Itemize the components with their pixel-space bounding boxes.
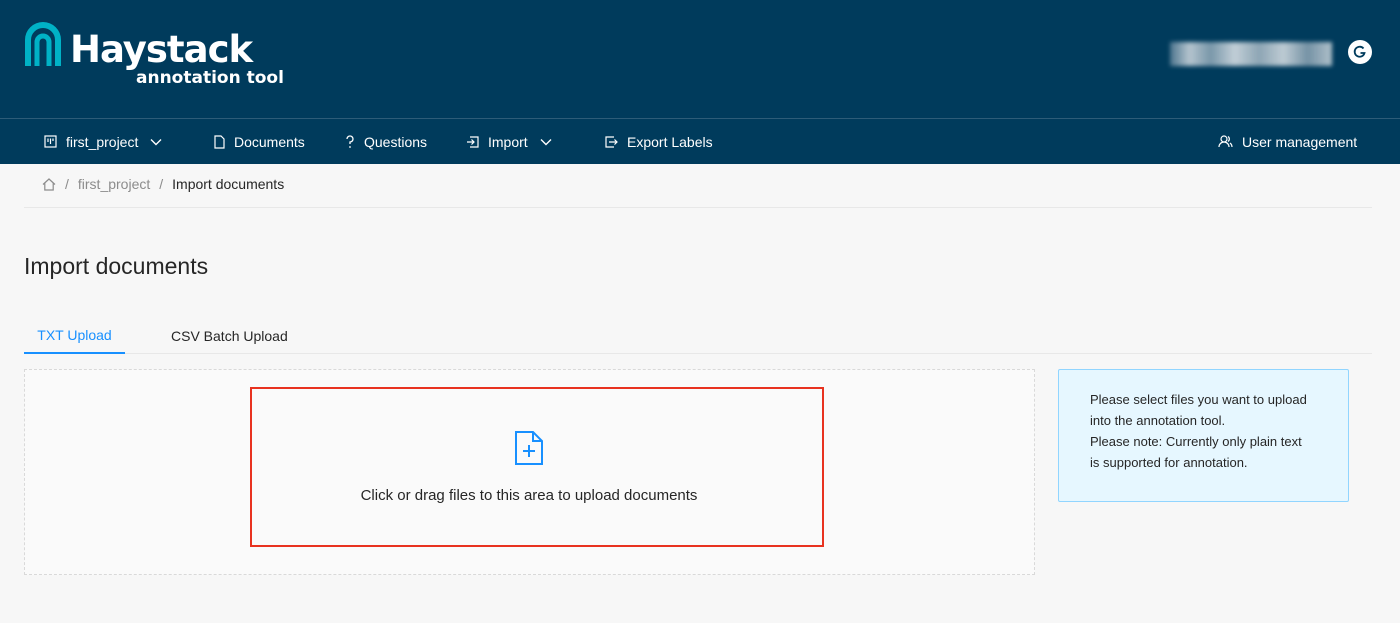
nav-import-menu[interactable]: Import	[466, 119, 552, 164]
upload-prompt: Click or drag files to this area to uplo…	[360, 487, 698, 504]
import-icon	[466, 135, 479, 148]
page-title: Import documents	[24, 253, 209, 279]
breadcrumb: / first_project / Import documents	[42, 176, 284, 192]
chevron-down-icon	[540, 138, 552, 146]
user-email-blurred	[1170, 42, 1332, 66]
export-icon	[605, 135, 618, 148]
info-line: into the annotation tool.	[1090, 413, 1226, 428]
app-header: Haystack annotation tool	[0, 0, 1400, 118]
nav-users-label: User management	[1242, 133, 1358, 150]
highlight-annotation-box	[250, 387, 824, 547]
nav-project-select[interactable]: first_project	[44, 119, 162, 164]
brand-title: Haystack	[70, 28, 253, 71]
nav-export-labels[interactable]: Export Labels	[605, 119, 713, 164]
main-nav: first_project Documents Questions Import…	[0, 118, 1400, 164]
breadcrumb-separator: /	[65, 176, 69, 192]
upload-tabs: TXT Upload CSV Batch Upload	[24, 318, 1372, 354]
home-icon[interactable]	[42, 177, 56, 191]
breadcrumb-project-link[interactable]: first_project	[78, 176, 150, 192]
nav-export-label: Export Labels	[627, 133, 713, 150]
nav-questions[interactable]: Questions	[345, 119, 427, 164]
nav-documents[interactable]: Documents	[214, 119, 305, 164]
info-line: is supported for annotation.	[1090, 455, 1248, 470]
tab-csv-batch-upload[interactable]: CSV Batch Upload	[171, 318, 288, 354]
users-icon	[1218, 135, 1233, 148]
nav-questions-label: Questions	[364, 133, 428, 150]
breadcrumb-current: Import documents	[172, 176, 285, 192]
info-line: Please note: Currently only plain text	[1090, 434, 1302, 449]
info-line: Please select files you want to upload	[1090, 392, 1307, 407]
brand-subtitle: annotation tool	[136, 68, 284, 88]
nav-project-label: first_project	[66, 133, 139, 150]
haystack-logo-icon	[25, 22, 61, 66]
question-icon	[345, 134, 355, 149]
file-add-icon	[515, 431, 543, 465]
tab-txt-upload[interactable]: TXT Upload	[24, 318, 125, 354]
nav-import-label: Import	[488, 133, 528, 150]
nav-documents-label: Documents	[234, 133, 305, 150]
nav-user-management[interactable]: User management	[1218, 119, 1357, 164]
user-avatar-icon[interactable]	[1348, 40, 1372, 64]
chevron-down-icon	[150, 138, 162, 146]
document-icon	[214, 134, 225, 149]
breadcrumb-separator: /	[159, 176, 164, 192]
info-alert: Please select files you want to upload i…	[1058, 369, 1349, 502]
project-icon	[44, 135, 57, 148]
breadcrumb-divider	[24, 207, 1372, 208]
